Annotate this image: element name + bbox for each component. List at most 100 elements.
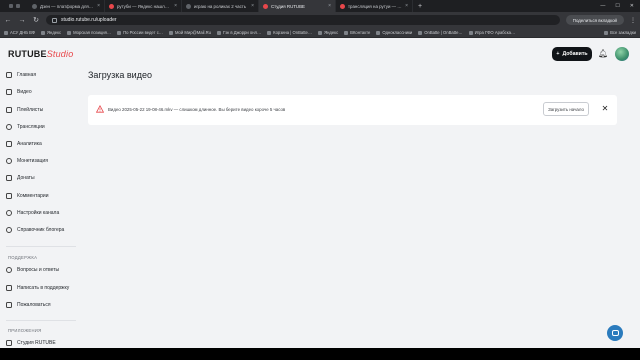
bookmarks-bar: АСУ ДНБ ВФ Яндекс Морская позиция… По Ро… (0, 28, 640, 38)
home-icon (6, 72, 12, 78)
sidebar-item-video[interactable]: Видео (6, 87, 32, 97)
sidebar-item-home[interactable]: Главная (6, 70, 36, 80)
upload-error-message: Видео 2025-05-22 19-08-46.mkv — слишком … (108, 107, 286, 112)
bookmark-label: Морская позиция… (73, 30, 112, 35)
sidebar-item-label: Написать в поддержку (17, 285, 70, 291)
bookmark-item[interactable]: Морская позиция… (67, 30, 111, 35)
notifications-bell-icon[interactable]: 🔔︎ (598, 49, 608, 59)
share-tab-button[interactable]: Поделиться вкладкой (565, 15, 624, 25)
url-input[interactable]: studio.rutube.ru/uploader (46, 15, 560, 25)
sidebar-item-channel-settings[interactable]: Настройки канала (6, 208, 59, 218)
bookmark-item[interactable]: Яндекс (41, 30, 61, 35)
logo-main: RUTUBE (8, 49, 47, 59)
new-tab-button[interactable]: + (413, 0, 427, 12)
bookmark-item[interactable]: По России ведет с… (117, 30, 163, 35)
bookmark-label: Игра ГФО Арабска… (474, 30, 516, 35)
bookmark-label: По России ведет с… (123, 30, 163, 35)
tab-title: Дзен — платформа для прос… (40, 3, 94, 9)
tab-close-icon[interactable]: × (405, 3, 408, 9)
bookmark-favicon-icon (216, 30, 221, 35)
bookmark-item[interactable]: ВКонтакте (344, 30, 370, 35)
upload-again-button[interactable]: Загрузить начало (543, 102, 589, 116)
sidebar-item-label: Плейлисты (17, 107, 44, 113)
add-button[interactable]: + Добавить (552, 47, 592, 61)
tab-favicon-icon (186, 3, 191, 9)
bookmark-item[interactable]: Яндекс (318, 30, 338, 35)
sidebar-item-studio-app[interactable]: Студия RUTUBE (6, 338, 56, 348)
sidebar-item-label: Трансляции (17, 124, 45, 130)
tab-favicon-icon (340, 3, 345, 9)
sidebar-item-label: Пожаловаться (17, 302, 51, 308)
browser-tab[interactable]: трансляция на рутуи — Янд…× (336, 0, 413, 12)
tab-close-icon[interactable]: × (328, 3, 331, 9)
all-bookmarks-label: Все закладки (610, 30, 636, 35)
reload-icon[interactable]: ↻ (32, 16, 40, 24)
maximize-icon[interactable]: ☐ (615, 3, 619, 9)
sidebar-item-faq[interactable]: Вопросы и ответы (6, 265, 59, 275)
back-icon[interactable]: ← (4, 17, 12, 24)
tab-title: рутуби — Яндекс нашлось 2… (117, 3, 172, 9)
bookmark-item[interactable]: Корзина | OnBatte… (267, 30, 312, 35)
sidebar-item-playlists[interactable]: Плейлисты (6, 105, 43, 115)
playlist-icon (6, 107, 12, 113)
bookmark-item[interactable]: АСУ ДНБ ВФ (4, 30, 35, 35)
letterbox-bar (0, 348, 640, 360)
sidebar-item-broadcasts[interactable]: Трансляции (6, 122, 45, 132)
tab-favicon-icon (109, 3, 114, 9)
logo-studio: Studio (46, 49, 74, 59)
broadcast-icon (6, 124, 12, 130)
url-text: studio.rutube.ru/uploader (61, 17, 117, 23)
bookmark-item[interactable]: Гэк в Джорри онл… (216, 30, 262, 35)
minimize-icon[interactable]: — (600, 3, 605, 9)
site-info-icon[interactable] (52, 17, 57, 23)
sidebar: Главная Видео Плейлисты Трансляции Анали… (0, 70, 80, 348)
bookmark-favicon-icon (318, 30, 323, 35)
bookmark-favicon-icon (468, 30, 473, 35)
avatar[interactable] (615, 47, 629, 61)
bookmark-item[interactable]: Мой Мир@Mail.Ru (169, 30, 211, 35)
comments-icon (6, 193, 12, 199)
support-chat-button[interactable] (607, 325, 623, 341)
browser-menu-icon[interactable]: ⋮ (630, 17, 636, 24)
sidebar-item-donates[interactable]: Донаты (6, 173, 35, 183)
bookmark-favicon-icon (169, 30, 173, 35)
warning-icon (96, 105, 104, 113)
all-bookmarks-button[interactable]: Все закладки (604, 30, 636, 35)
browser-tab[interactable]: Дзен — платформа для прос…× (28, 0, 105, 12)
sidebar-item-monetization[interactable]: Монетизация (6, 156, 48, 166)
close-window-icon[interactable]: ✕ (630, 3, 634, 9)
sidebar-item-label: Студия RUTUBE (17, 340, 56, 346)
sidebar-divider (6, 320, 76, 321)
close-icon[interactable]: ✕ (600, 104, 610, 114)
sidebar-item-report[interactable]: Пожаловаться (6, 300, 51, 310)
mail-icon (6, 285, 12, 291)
sidebar-item-contact-support[interactable]: Написать в поддержку (6, 283, 69, 293)
sidebar-item-analytics[interactable]: Аналитика (6, 139, 42, 149)
bookmark-label: Мой Мир@Mail.Ru (175, 30, 211, 35)
browser-tab[interactable]: рутуби — Яндекс нашлось 2…× (105, 0, 182, 12)
upload-error-card: Видео 2025-05-22 19-08-46.mkv — слишком … (88, 95, 617, 125)
bookmark-item[interactable]: Игра ГФО Арабска… (468, 30, 516, 35)
bookmark-label: Яндекс (324, 30, 339, 35)
tab-close-icon[interactable]: × (97, 3, 100, 9)
sidebar-item-comments[interactable]: Комментарии (6, 191, 49, 201)
sidebar-divider (6, 246, 76, 247)
browser-tab-active[interactable]: Студия RUTUBE × (259, 0, 336, 12)
chat-icon (611, 330, 619, 336)
bookmark-label: Гэк в Джорри онл… (222, 30, 262, 35)
sidebar-item-handbook[interactable]: Справочник блогера (6, 225, 64, 235)
bookmark-item[interactable]: Одноклассники (376, 30, 412, 35)
bookmark-favicon-icon (344, 30, 349, 35)
donate-icon (6, 175, 12, 181)
bookmark-label: ВКонтакте (350, 30, 371, 35)
browser-tab[interactable]: играю на роликах 2 часть × (182, 0, 259, 12)
bookmark-item[interactable]: OnBatte | OnBatte… (418, 30, 463, 35)
monetization-icon (6, 158, 12, 164)
tab-search-icon[interactable] (0, 0, 28, 12)
forward-icon[interactable]: → (18, 17, 26, 24)
sidebar-item-label: Справочник блогера (17, 227, 65, 233)
tab-title: Студия RUTUBE (271, 3, 305, 9)
tab-close-icon[interactable]: × (174, 3, 177, 9)
rutube-studio-logo[interactable]: RUTUBEStudio (8, 49, 73, 59)
tab-close-icon[interactable]: × (251, 3, 254, 9)
